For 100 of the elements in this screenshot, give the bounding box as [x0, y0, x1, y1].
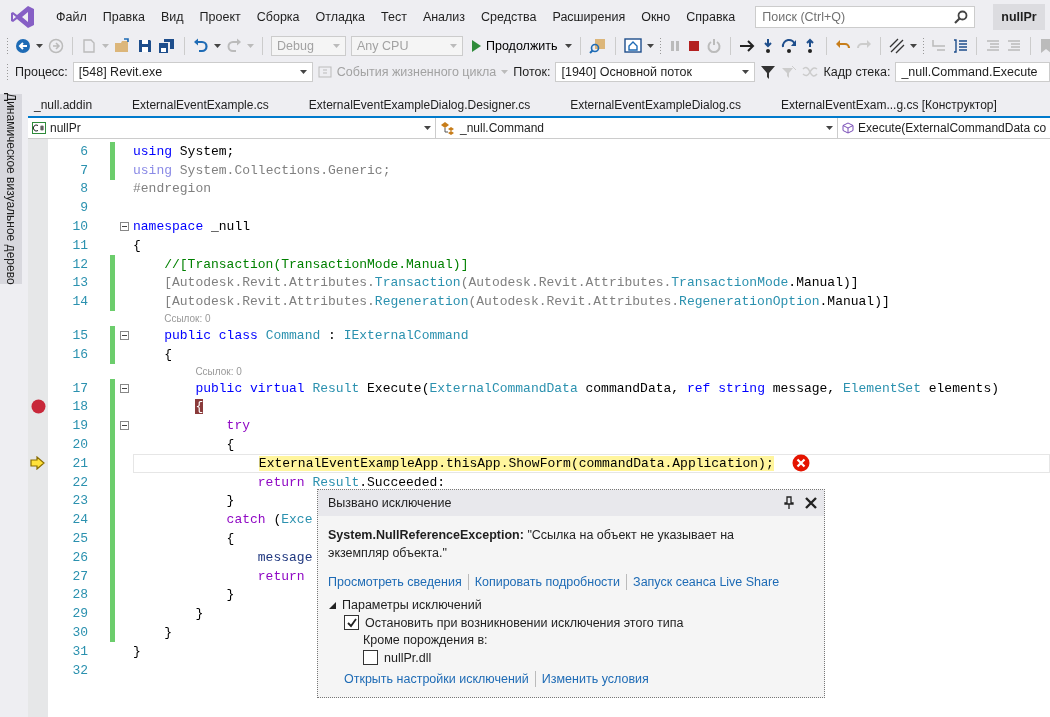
search-field[interactable]: Поиск (Ctrl+Q) — [755, 6, 976, 28]
member-dropdown[interactable]: Execute(ExternalCommandData co — [838, 118, 1050, 138]
popup-title: Вызвано исключение — [328, 496, 453, 510]
code-line: using System.Collections.Generic; — [133, 162, 391, 178]
caret-icon[interactable] — [742, 70, 750, 74]
code-line: public class Command : IExternalCommand — [163, 328, 469, 344]
side-tab[interactable]: Динамическое визуальное дерево — [0, 94, 22, 284]
hatch-icon[interactable] — [889, 38, 906, 54]
line-number: 9 — [79, 200, 88, 216]
collapse-icon[interactable] — [119, 383, 129, 393]
stack-frame-label: Кадр стека: — [823, 65, 891, 79]
project-dropdown[interactable]: nullPr — [28, 118, 436, 138]
type-dropdown[interactable]: _null.Command — [436, 118, 838, 138]
pin-icon[interactable] — [784, 496, 794, 510]
thread-label: Поток: — [513, 65, 551, 79]
code-line: [Autodesk.Revit.Attributes.Transaction(Autodesk.Revit.Attributes.TransactionMode.Manual)] — [163, 275, 859, 291]
line-number: 23 — [71, 493, 88, 509]
caret-icon[interactable] — [424, 126, 431, 130]
line-number: 10 — [71, 219, 88, 235]
save-all-icon[interactable] — [158, 38, 176, 54]
document-tab[interactable]: ExternalEventExampleDialog.Designer.cs — [302, 98, 537, 112]
code-line: message — [256, 549, 313, 565]
caret-icon[interactable] — [647, 44, 655, 48]
continue-button[interactable]: Продолжить — [468, 39, 561, 53]
menu-item[interactable]: Расширения — [544, 10, 634, 24]
line-number: 19 — [71, 418, 88, 434]
document-tab[interactable]: ExternalEventExample.cs — [126, 98, 275, 112]
code-line: try — [225, 418, 251, 434]
checkbox[interactable] — [344, 615, 359, 630]
document-tab[interactable]: _null.addin — [28, 98, 99, 112]
folder-icon[interactable] — [114, 38, 132, 54]
caret-icon[interactable] — [299, 70, 307, 74]
link[interactable]: Изменить условия — [541, 672, 649, 686]
caret-icon[interactable] — [910, 44, 918, 48]
menu-item[interactable]: Сборка — [248, 10, 308, 24]
menu-item[interactable]: Тест — [373, 10, 415, 24]
arrow-right-icon[interactable] — [739, 38, 756, 54]
code-line: return — [256, 568, 305, 584]
menu-item[interactable]: Отладка — [307, 10, 373, 24]
undo-icon[interactable] — [193, 38, 209, 54]
menu-item[interactable]: Анализ — [414, 10, 474, 24]
search-icon[interactable] — [954, 10, 969, 24]
caret-icon[interactable] — [565, 44, 573, 48]
menu-item[interactable]: Правка — [94, 10, 153, 24]
home-icon[interactable] — [624, 37, 643, 55]
code-line: } — [194, 606, 204, 622]
menu-item[interactable]: Окно — [633, 10, 679, 24]
restart-icon[interactable] — [706, 38, 723, 54]
collapse-icon[interactable] — [119, 331, 129, 341]
code-line: } — [225, 493, 235, 509]
thread-dropdown[interactable]: [1940] Основной поток — [555, 62, 756, 82]
checkbox[interactable] — [363, 650, 378, 665]
caret-icon[interactable] — [826, 126, 833, 130]
except-label: Кроме порождения в: — [363, 633, 489, 647]
menu-item[interactable]: Файл — [48, 10, 95, 24]
section-label[interactable]: Параметры исключений — [342, 598, 482, 612]
link[interactable]: Открыть настройки исключений — [344, 672, 529, 686]
link[interactable]: Просмотреть сведения — [328, 575, 462, 589]
caret-icon[interactable] — [36, 44, 43, 48]
menu-item[interactable]: Средства — [473, 10, 545, 24]
collapse-icon[interactable] — [119, 421, 129, 431]
line-number: 32 — [71, 662, 88, 678]
filter-icon[interactable] — [760, 64, 777, 80]
csharp-file-icon — [32, 122, 46, 134]
code-line: { — [133, 237, 141, 253]
line-number: 18 — [71, 399, 88, 415]
line-number: 16 — [71, 346, 88, 362]
breakpoint-icon[interactable] — [30, 399, 46, 415]
line-number: 11 — [71, 237, 88, 253]
menu-item[interactable]: Справка — [678, 10, 744, 24]
line-number: 20 — [71, 437, 88, 453]
stop-icon[interactable] — [687, 39, 702, 53]
line-number: 12 — [71, 256, 88, 272]
find-icon[interactable] — [589, 37, 608, 55]
document-tab[interactable]: ExternalEventExampleDialog.cs — [564, 98, 747, 112]
play-icon — [471, 40, 481, 52]
stack-frame-dropdown[interactable]: _null.Command.Execute — [895, 62, 1050, 82]
line-number: 29 — [71, 606, 88, 622]
document-tab[interactable]: ExternalEventExam...g.cs [Конструктор] — [775, 98, 1003, 112]
link[interactable]: Копировать подробности — [474, 575, 621, 589]
list-icon[interactable] — [952, 38, 969, 54]
code-line: using System; — [133, 143, 235, 159]
close-icon[interactable] — [804, 496, 818, 510]
line-number: 31 — [71, 643, 88, 659]
code-line: return Result.Succeeded: — [256, 474, 446, 490]
menu-item[interactable]: Вид — [152, 10, 192, 24]
line-number: 13 — [71, 275, 88, 291]
caret-icon[interactable] — [214, 44, 221, 48]
link[interactable]: Запуск сеанса Live Share — [633, 575, 780, 589]
expanded-triangle-icon[interactable] — [328, 600, 337, 610]
line-number: 17 — [71, 380, 88, 396]
back-icon[interactable] — [15, 38, 31, 54]
process-dropdown[interactable]: [548] Revit.exe — [72, 62, 313, 82]
step-over-icon[interactable] — [781, 38, 798, 54]
collapse-icon[interactable] — [119, 222, 129, 232]
class-icon — [440, 121, 456, 135]
save-icon[interactable] — [137, 38, 153, 54]
line-number: 8 — [79, 181, 88, 197]
menu-item[interactable]: Проект — [191, 10, 249, 24]
line-number: 28 — [71, 587, 88, 603]
